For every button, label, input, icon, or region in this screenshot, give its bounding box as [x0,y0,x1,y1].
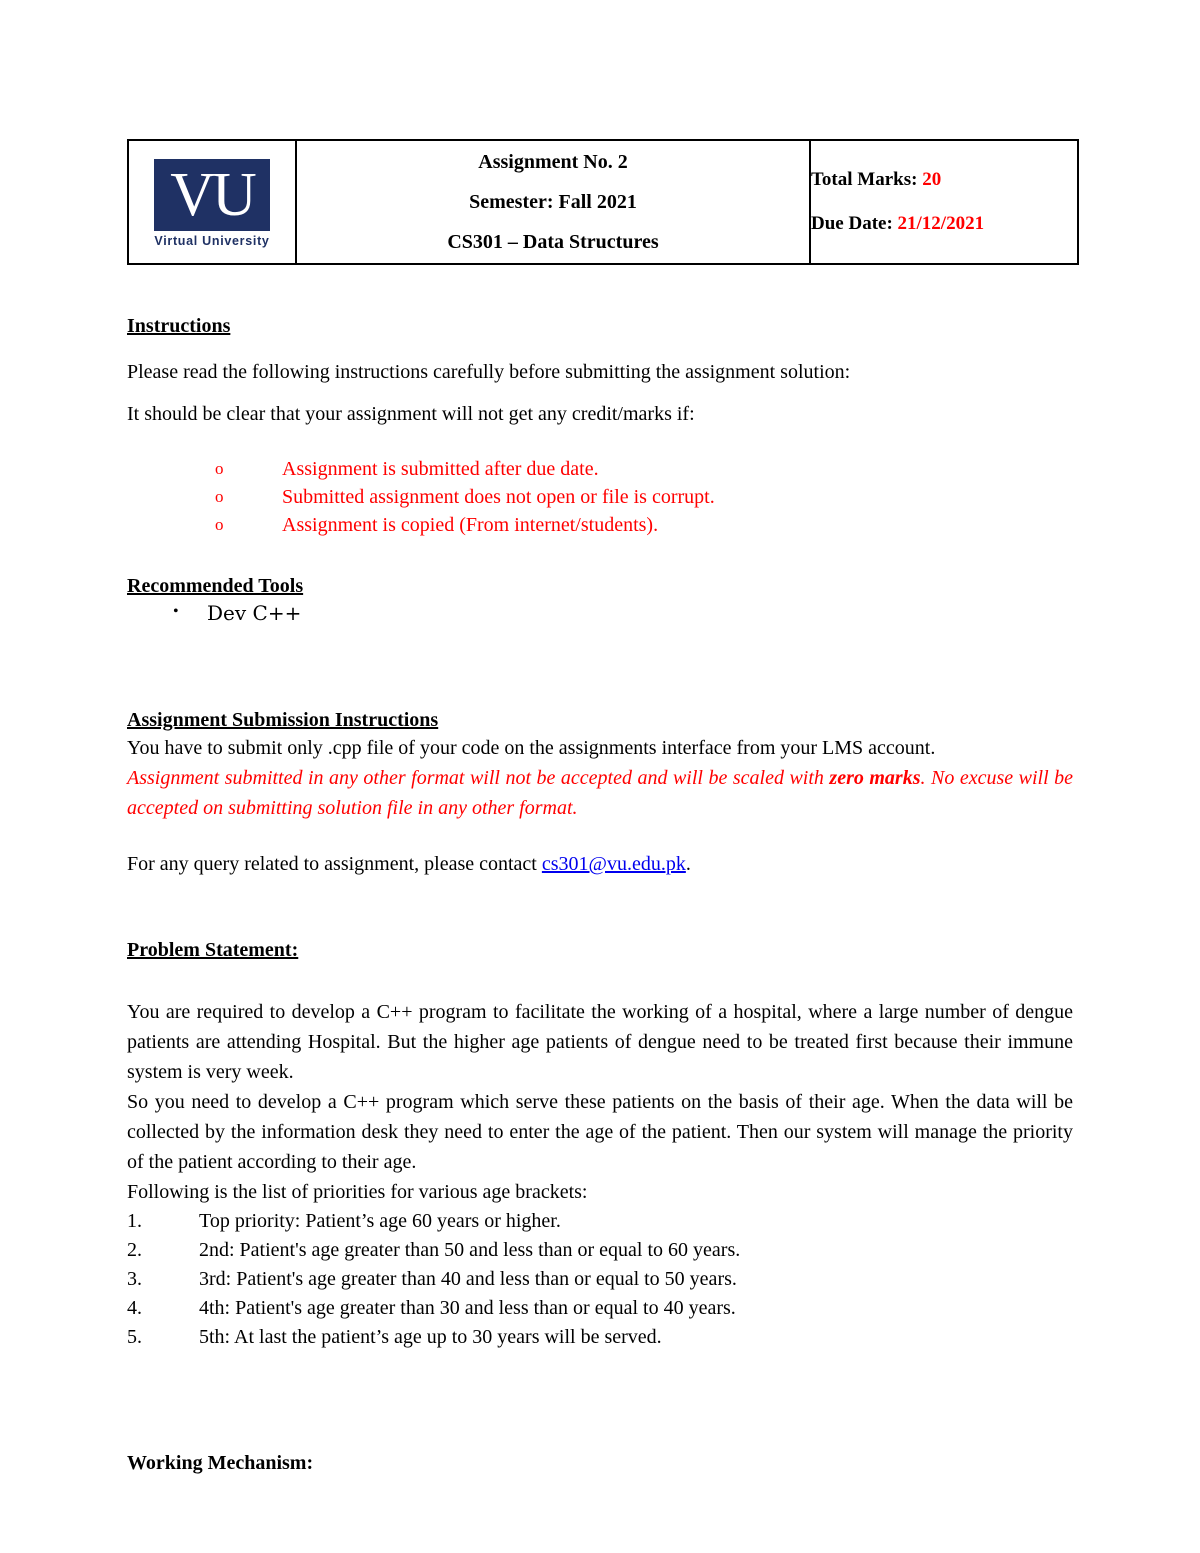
list-item: o Assignment is submitted after due date… [127,455,1073,483]
problem-paragraph-1: You are required to develop a C++ progra… [127,1001,1073,1083]
list-item: • Dev C++ [127,599,1073,627]
list-item-label: 2nd: Patient's age greater than 50 and l… [199,1239,741,1261]
disc-bullet-icon: • [173,603,179,620]
header-row: VU Virtual University Assignment No. 2 S… [127,139,1079,265]
list-item-label: Top priority: Patient’s age 60 years or … [199,1210,561,1232]
list-item-label: 3rd: Patient's age greater than 40 and l… [199,1268,737,1290]
total-marks-line: Total Marks: 20 [811,158,1077,202]
list-item-label: 5th: At last the patient’s age up to 30 … [199,1326,662,1348]
circle-bullet-icon: o [215,459,224,478]
circle-bullet-icon: o [215,487,224,506]
query-text-before: For any query related to assignment, ple… [127,853,542,875]
assignment-number: Assignment No. 2 [478,151,628,173]
priority-list: 1. Top priority: Patient’s age 60 years … [127,1207,1073,1352]
list-item-label: Submitted assignment does not open or fi… [282,486,715,508]
due-date-line: Due Date: 21/12/2021 [811,202,1077,246]
list-item-number: 4. [127,1297,142,1319]
vu-logo: VU Virtual University [154,155,270,250]
query-contact-line: For any query related to assignment, ple… [127,849,1073,879]
working-mechanism-heading: Working Mechanism: [127,1452,314,1474]
list-item: 3. 3rd: Patient's age greater than 40 an… [127,1265,1073,1294]
due-date-label: Due Date: [811,213,893,234]
no-credit-list: o Assignment is submitted after due date… [127,455,1073,539]
vu-logo-mark: VU [170,160,257,229]
submission-warning: Assignment submitted in any other format… [127,763,1073,823]
list-item-label: Dev C++ [207,601,302,625]
contact-email-link[interactable]: cs301@vu.edu.pk [542,853,686,875]
problem-paragraph-2: So you need to develop a C++ program whi… [127,1091,1073,1173]
document-page: VU Virtual University Assignment No. 2 S… [0,0,1200,1553]
list-item-number: 2. [127,1239,142,1261]
warning-text-bold: zero marks [829,767,921,789]
recommended-tools-list: • Dev C++ [127,599,1073,627]
assignment-title-cell: Assignment No. 2 Semester: Fall 2021 CS3… [295,139,811,265]
course-code: CS301 – Data Structures [447,231,659,253]
vu-logo-box: VU [154,158,270,231]
assignment-header-table: VU Virtual University Assignment No. 2 S… [127,139,1079,265]
list-item: 2. 2nd: Patient's age greater than 50 an… [127,1236,1073,1265]
due-date-value: 21/12/2021 [897,213,985,234]
instructions-intro-1: Please read the following instructions c… [127,361,851,383]
problem-paragraph-3: Following is the list of priorities for … [127,1181,588,1203]
instructions-intro-2: It should be clear that your assignment … [127,403,695,425]
list-item-label: 4th: Patient's age greater than 30 and l… [199,1297,736,1319]
list-item: o Submitted assignment does not open or … [127,483,1073,511]
list-item-number: 5. [127,1326,142,1348]
list-item-number: 3. [127,1268,142,1290]
submission-paragraph: You have to submit only .cpp file of you… [127,737,936,759]
list-item-label: Assignment is copied (From internet/stud… [282,514,659,536]
assignment-meta-cell: Total Marks: 20 Due Date: 21/12/2021 [809,139,1079,265]
instructions-heading: Instructions [127,315,231,337]
list-item: o Assignment is copied (From internet/st… [127,511,1073,539]
list-item: 1. Top priority: Patient’s age 60 years … [127,1207,1073,1236]
semester: Semester: Fall 2021 [469,191,637,213]
list-item-label: Assignment is submitted after due date. [282,458,599,480]
submission-instructions-heading: Assignment Submission Instructions [127,709,439,731]
list-item: 5. 5th: At last the patient’s age up to … [127,1323,1073,1352]
list-item: 4. 4th: Patient's age greater than 30 an… [127,1294,1073,1323]
total-marks-value: 20 [922,169,942,190]
logo-cell: VU Virtual University [127,139,297,265]
recommended-tools-heading: Recommended Tools [127,575,304,597]
vu-logo-caption: Virtual University [154,233,270,248]
warning-text-before: Assignment submitted in any other format… [127,767,830,789]
query-text-after: . [685,853,691,875]
circle-bullet-icon: o [215,515,224,534]
page-content: VU Virtual University Assignment No. 2 S… [127,0,1079,1476]
total-marks-label: Total Marks: [811,169,918,190]
problem-statement-heading: Problem Statement: [127,939,299,961]
list-item-number: 1. [127,1210,142,1232]
